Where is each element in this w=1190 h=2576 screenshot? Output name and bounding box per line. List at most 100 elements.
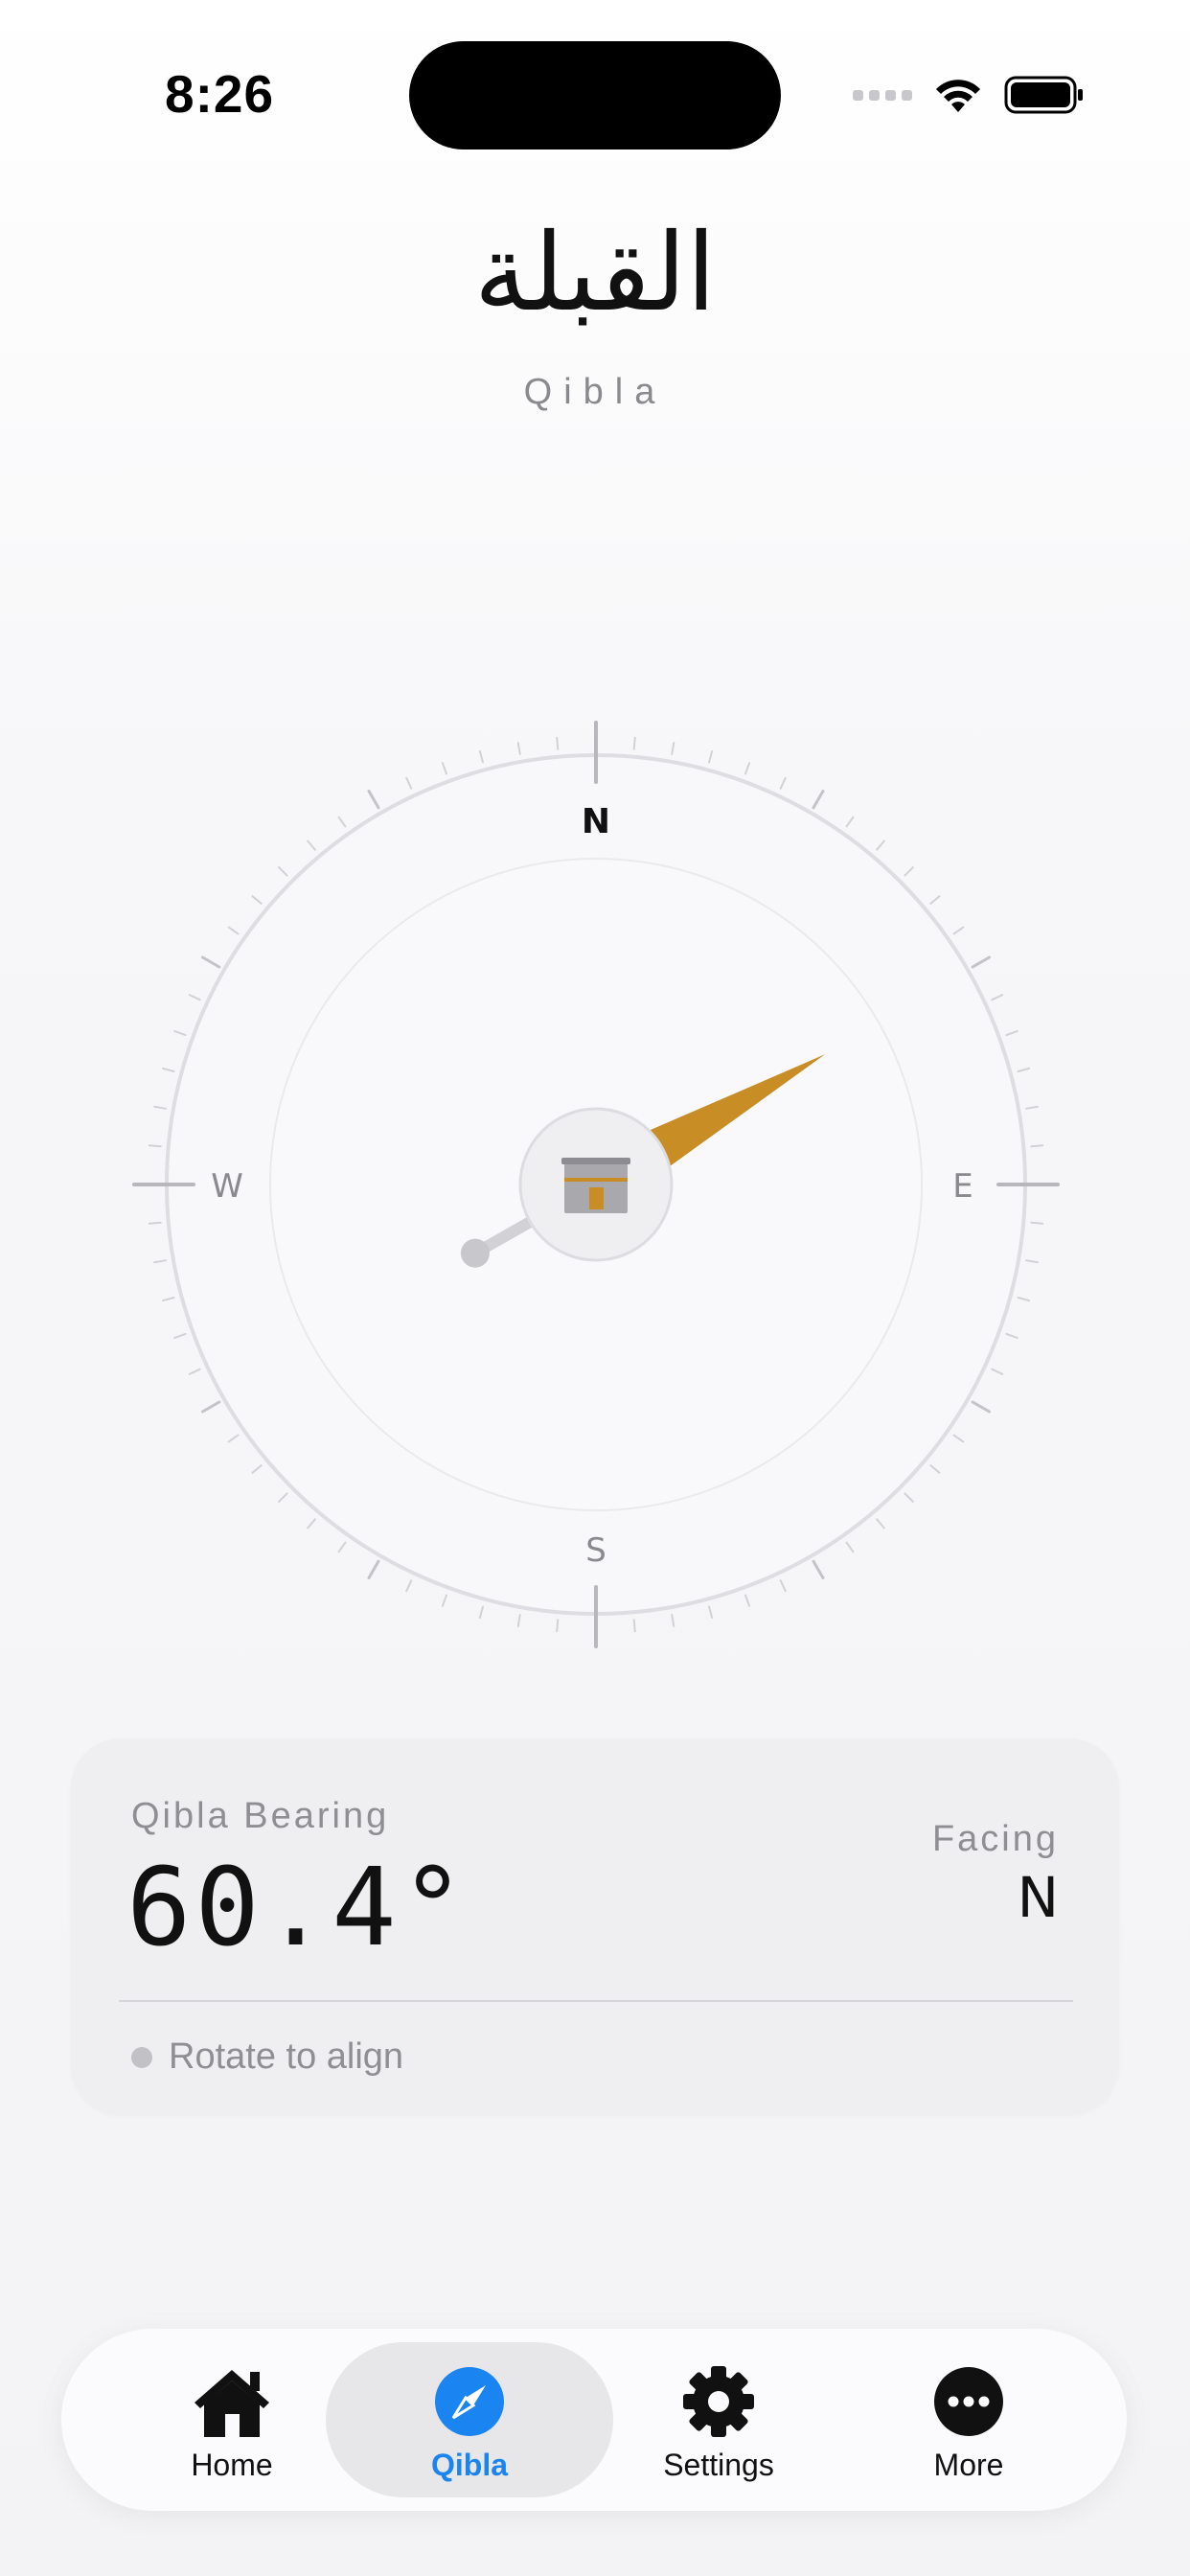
compass-tick (161, 1297, 175, 1302)
south-label: S (585, 1531, 606, 1570)
compass-tick (153, 1105, 167, 1110)
compass-tick (1017, 1067, 1031, 1072)
compass-tick (188, 994, 201, 1001)
bearing-info-card: Qibla Bearing 60.4° Facing N Rotate to a… (71, 1738, 1119, 2114)
compass-tick (337, 1541, 347, 1553)
kaaba-icon (561, 1158, 630, 1213)
compass-tick (929, 895, 941, 905)
compass-tick (845, 1541, 855, 1553)
compass-tick (1005, 1332, 1018, 1340)
tab-settings[interactable]: Settings (575, 2342, 862, 2497)
tab-label-settings: Settings (663, 2448, 774, 2482)
tab-qibla[interactable]: Qibla (326, 2342, 613, 2497)
compass-tick (337, 816, 347, 828)
compass-tick (1030, 1144, 1044, 1148)
compass-tick (779, 776, 787, 790)
compass-tick (161, 1067, 175, 1072)
bearing-value: 60.4° (126, 1846, 469, 1970)
compass-tick (632, 736, 636, 750)
compass-tick (478, 749, 484, 764)
compass-tick (991, 994, 1004, 1001)
compass-tick (201, 955, 221, 969)
compass-tick (929, 1464, 941, 1474)
compass-tick (405, 1579, 413, 1593)
home-icon (195, 2370, 269, 2437)
compass-tick (441, 762, 448, 775)
compass-tick (812, 790, 825, 810)
north-label: N (582, 802, 610, 841)
compass-tick (708, 1605, 714, 1620)
cellular-signal-icon (853, 89, 912, 101)
compass-tick (405, 776, 413, 790)
tab-bar: Home Qibla Settings More (61, 2329, 1127, 2511)
compass-tick (1005, 1029, 1018, 1037)
compass-tick (227, 926, 240, 935)
compass-tick (876, 1518, 885, 1530)
compass-tick (971, 955, 991, 969)
compass-tick (556, 1619, 560, 1633)
status-time: 8:26 (165, 64, 275, 124)
compass-tick (278, 1492, 288, 1503)
bearing-label: Qibla Bearing (131, 1796, 390, 1836)
compass-tick (173, 1332, 187, 1340)
compass-tick (516, 1614, 521, 1627)
compass-tick (478, 1605, 484, 1620)
gear-icon (683, 2366, 754, 2437)
compass-tick (148, 1144, 162, 1148)
tab-more[interactable]: More (825, 2342, 1112, 2497)
compass-tick (876, 840, 885, 851)
compass-tick (779, 1579, 787, 1593)
compass-tick (278, 866, 288, 877)
compass-tick (632, 1619, 636, 1633)
compass-tick (441, 1594, 448, 1607)
compass-tick (516, 742, 521, 755)
compass-tick (1017, 1297, 1031, 1302)
compass-tick (708, 749, 714, 764)
compass-tick (671, 742, 675, 755)
compass-tick (845, 816, 855, 828)
compass-icon (435, 2367, 504, 2436)
battery-icon (1004, 76, 1083, 114)
page-title: Qibla (523, 372, 667, 412)
facing-label: Facing (931, 1819, 1059, 1859)
compass-tick (744, 1594, 751, 1607)
compass-tick (153, 1259, 167, 1264)
compass-tick (952, 926, 965, 935)
compass-tick (201, 1400, 221, 1414)
status-indicators (853, 71, 1085, 119)
compass-tick (556, 736, 560, 750)
wifi-icon (936, 80, 980, 112)
compass-tick (227, 1434, 240, 1443)
qibla-compass: N E S W (132, 721, 1060, 1648)
tab-label-home: Home (191, 2448, 273, 2482)
compass-tick (1030, 1221, 1044, 1225)
compass-tick (251, 1464, 263, 1474)
compass-tick (1025, 1259, 1039, 1264)
card-divider (119, 2000, 1073, 2002)
align-hint: Rotate to align (169, 2036, 404, 2077)
tab-label-qibla: Qibla (430, 2448, 508, 2482)
compass-tick (812, 1559, 825, 1579)
compass-tick (148, 1221, 162, 1225)
compass-tick (307, 840, 316, 851)
compass-tick (251, 895, 263, 905)
tab-label-more: More (933, 2448, 1004, 2482)
east-label: E (952, 1167, 973, 1206)
compass-tick (173, 1029, 187, 1037)
compass-tick (971, 1400, 991, 1414)
compass-tick (307, 1518, 316, 1530)
compass-tick (1025, 1105, 1039, 1110)
status-dot (131, 2047, 152, 2068)
compass-tick (991, 1368, 1004, 1375)
compass-tick (367, 1559, 380, 1579)
compass-tick (952, 1434, 965, 1443)
compass-tick (367, 790, 380, 810)
dynamic-island (409, 41, 781, 150)
more-icon (934, 2367, 1003, 2436)
compass-tick (188, 1368, 201, 1375)
compass-tick (904, 1492, 914, 1503)
compass-tick (904, 866, 914, 877)
compass-tick (671, 1614, 675, 1627)
compass-tick (744, 762, 751, 775)
facing-value: N (1017, 1865, 1059, 1930)
